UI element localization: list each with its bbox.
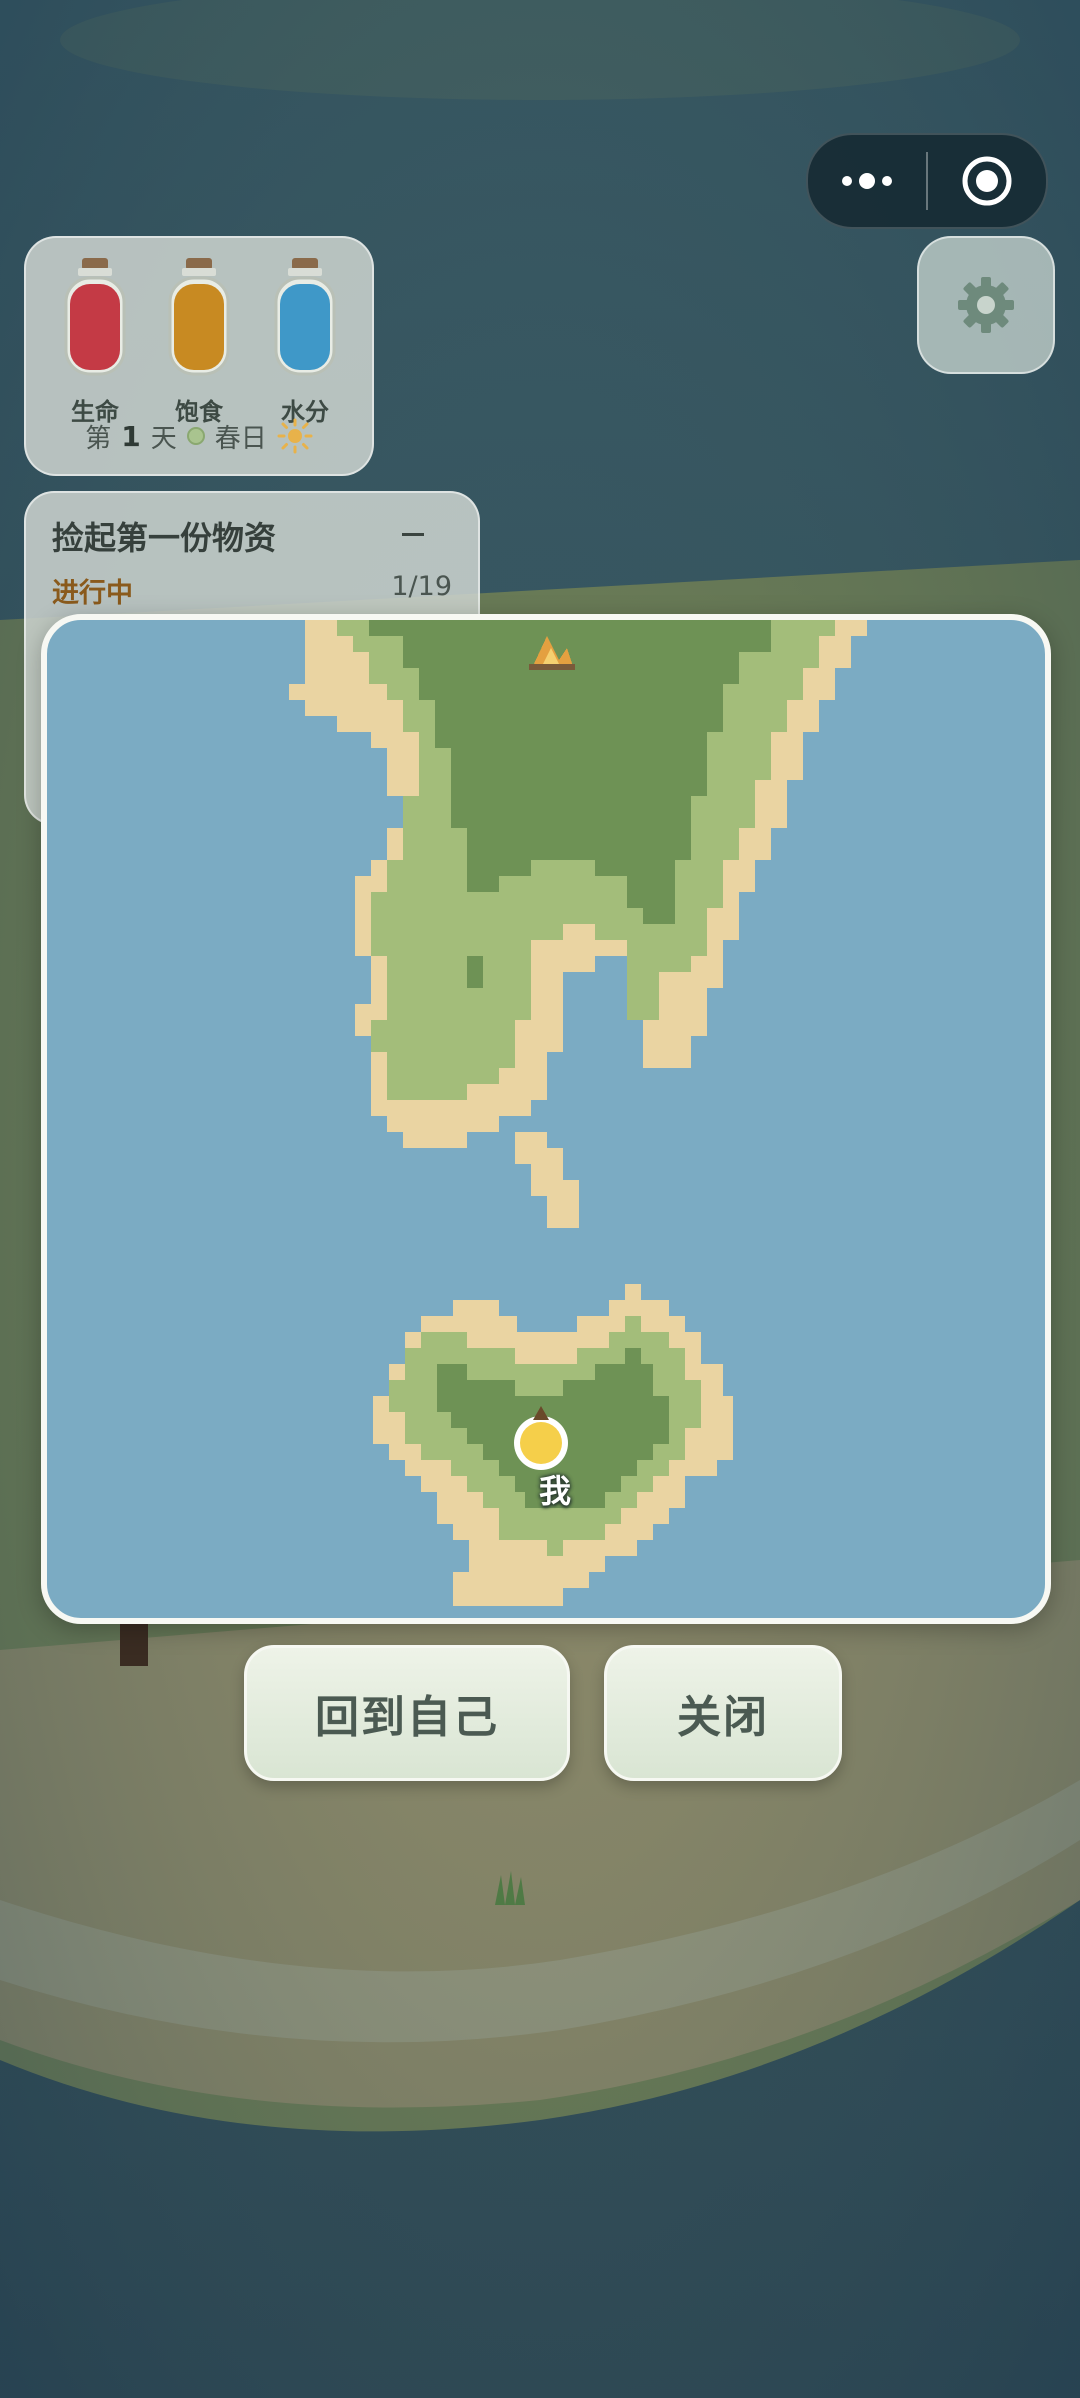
quest-title: 捡起第一份物资 <box>52 519 277 557</box>
water-fill <box>280 284 330 370</box>
sun-icon <box>277 418 313 454</box>
map-canvas[interactable] <box>47 620 1033 1606</box>
day-prefix: 第 <box>85 423 112 454</box>
collapse-icon[interactable] <box>402 533 424 536</box>
health-bottle: 生命 <box>62 256 128 426</box>
player-label: 我 <box>538 1472 571 1510</box>
settings-button[interactable] <box>917 236 1055 374</box>
health-fill <box>70 284 120 370</box>
hunger-fill <box>174 284 224 370</box>
quest-status: 进行中 <box>52 578 133 609</box>
world-map[interactable]: 我 <box>41 614 1051 1624</box>
quest-progress: 1/19 <box>391 571 452 602</box>
season-dot-icon <box>186 427 205 445</box>
water-bottle: 水分 <box>272 256 338 426</box>
day-indicator: 第 1 天 春日 <box>26 416 372 456</box>
season-label: 春日 <box>214 423 267 454</box>
return-to-self-button[interactable]: 回到自己 <box>244 1645 570 1781</box>
day-number: 1 <box>121 419 141 453</box>
north-island-sand-spit <box>515 1132 579 1228</box>
north-island-forest-patch <box>467 956 483 988</box>
close-button[interactable]: 关闭 <box>604 1645 842 1781</box>
mini-program-capsule <box>806 133 1048 229</box>
gear-icon <box>958 277 1014 333</box>
day-suffix: 天 <box>150 423 177 454</box>
target-icon[interactable] <box>928 135 1046 227</box>
hunger-bottle: 饱食 <box>166 256 232 426</box>
more-dots-icon[interactable] <box>808 135 926 227</box>
status-panel: 生命 饱食 水分 第 1 天 春日 <box>24 236 374 476</box>
